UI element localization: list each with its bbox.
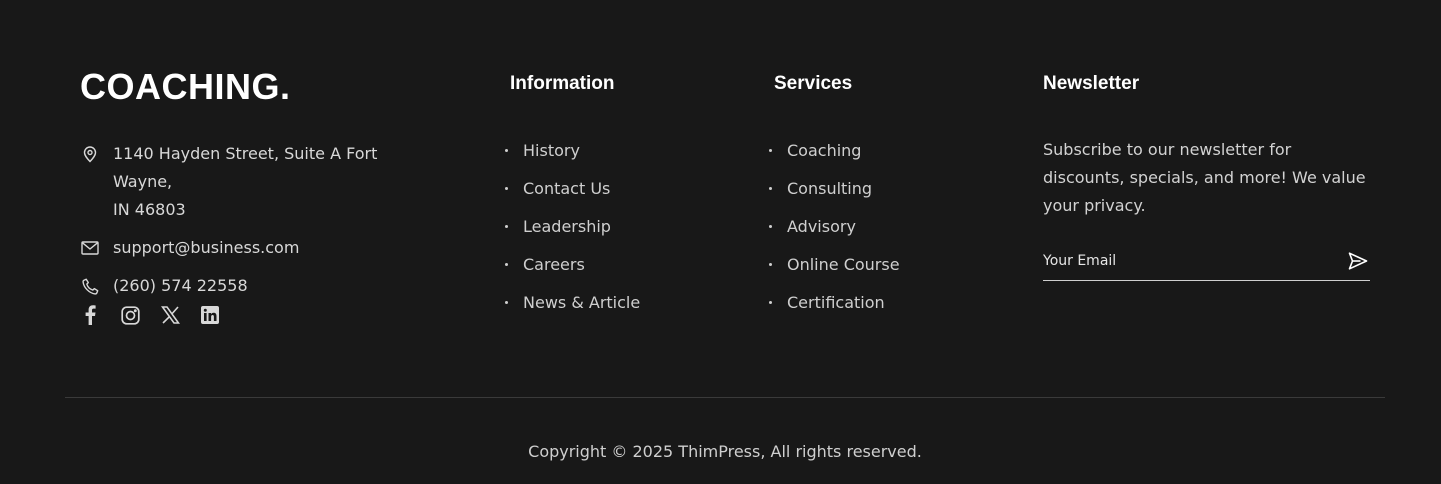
service-link-consulting[interactable]: Consulting <box>769 174 900 202</box>
newsletter-column: Newsletter Subscribe to our newsletter f… <box>1043 72 1370 281</box>
phone-icon <box>80 272 100 300</box>
copyright-text: Copyright © 2025 ThimPress, All rights r… <box>528 442 922 461</box>
service-link-certification[interactable]: Certification <box>769 288 900 316</box>
link-label[interactable]: Advisory <box>787 217 856 236</box>
bullet-icon <box>769 148 772 152</box>
brand-logo[interactable]: COACHING. <box>80 66 291 108</box>
bullet-icon <box>505 148 508 152</box>
contact-phone[interactable]: (260) 574 22558 <box>80 272 440 300</box>
service-link-advisory[interactable]: Advisory <box>769 212 900 240</box>
info-link-contact-us[interactable]: Contact Us <box>505 174 640 202</box>
bullet-icon <box>769 262 772 266</box>
bullet-icon <box>505 224 508 228</box>
bullet-icon <box>505 300 508 304</box>
subscribe-button[interactable] <box>1346 249 1370 273</box>
bullet-icon <box>769 300 772 304</box>
bullet-icon <box>505 262 508 266</box>
mail-icon <box>80 234 100 262</box>
service-link-coaching[interactable]: Coaching <box>769 136 900 164</box>
send-icon <box>1348 252 1368 270</box>
email-text[interactable]: support@business.com <box>113 234 299 262</box>
info-link-leadership[interactable]: Leadership <box>505 212 640 240</box>
service-link-online-course[interactable]: Online Course <box>769 250 900 278</box>
info-link-news-article[interactable]: News & Article <box>505 288 640 316</box>
x-icon[interactable] <box>160 303 180 327</box>
link-label[interactable]: Certification <box>787 293 885 312</box>
phone-text[interactable]: (260) 574 22558 <box>113 272 248 300</box>
site-footer: COACHING. 1140 Hayden Street, Suite A Fo… <box>0 0 1441 484</box>
services-title: Services <box>774 73 853 94</box>
contact-address: 1140 Hayden Street, Suite A Fort Wayne, … <box>80 140 440 224</box>
address-line-1: 1140 Hayden Street, Suite A Fort Wayne, <box>113 144 378 191</box>
info-link-careers[interactable]: Careers <box>505 250 640 278</box>
newsletter-description: Subscribe to our newsletter for discount… <box>1043 140 1366 215</box>
services-column: Services Coaching Consulting Advisory On… <box>769 72 900 326</box>
footer-divider <box>65 397 1385 398</box>
instagram-icon[interactable] <box>120 303 140 327</box>
address-line-2: IN 46803 <box>113 200 186 219</box>
information-title: Information <box>510 73 615 94</box>
link-label[interactable]: News & Article <box>523 293 640 312</box>
link-label[interactable]: Contact Us <box>523 179 610 198</box>
facebook-icon[interactable] <box>80 303 100 327</box>
link-label[interactable]: Consulting <box>787 179 872 198</box>
services-links: Coaching Consulting Advisory Online Cour… <box>769 136 900 316</box>
link-label[interactable]: Leadership <box>523 217 611 236</box>
linkedin-icon[interactable] <box>200 303 220 327</box>
information-links: History Contact Us Leadership Careers Ne… <box>505 136 640 316</box>
information-column: Information History Contact Us Leadershi… <box>505 72 640 326</box>
newsletter-form <box>1043 242 1370 281</box>
bullet-icon <box>505 186 508 190</box>
link-label[interactable]: Online Course <box>787 255 900 274</box>
info-link-history[interactable]: History <box>505 136 640 164</box>
contact-email[interactable]: support@business.com <box>80 234 440 262</box>
address-text: 1140 Hayden Street, Suite A Fort Wayne, … <box>113 140 433 224</box>
bullet-icon <box>769 186 772 190</box>
email-input[interactable] <box>1043 246 1346 276</box>
location-pin-icon <box>80 140 100 168</box>
link-label[interactable]: Careers <box>523 255 585 274</box>
newsletter-title: Newsletter <box>1043 73 1140 94</box>
bullet-icon <box>769 224 772 228</box>
social-links <box>80 303 220 327</box>
link-label[interactable]: Coaching <box>787 141 861 160</box>
link-label[interactable]: History <box>523 141 580 160</box>
contact-list: 1140 Hayden Street, Suite A Fort Wayne, … <box>80 140 440 310</box>
